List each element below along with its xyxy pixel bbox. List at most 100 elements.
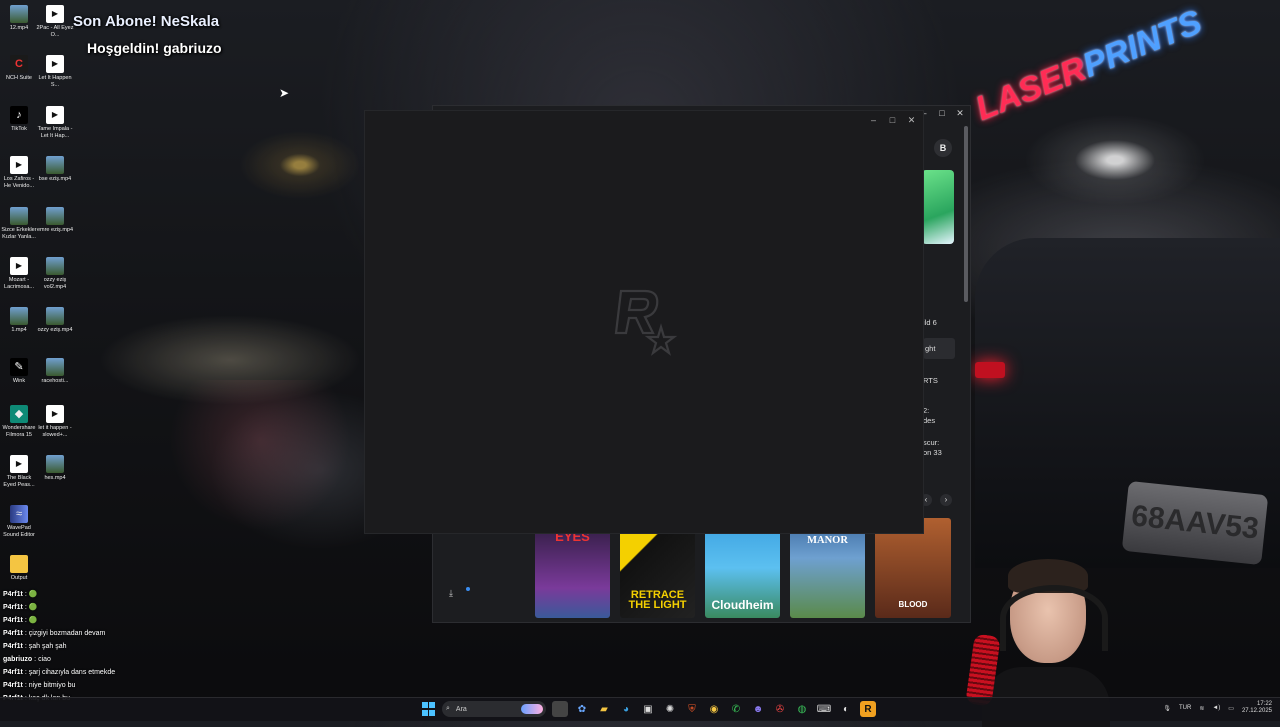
chatgpt-icon[interactable]: ✺ [662,701,678,717]
chat-message: gabriuzo: ciao [3,653,223,666]
chat-username: P4rf1t [3,591,23,598]
chrome-alt-icon[interactable]: ◍ [794,701,810,717]
terminal-icon[interactable]: ⌨ [816,701,832,717]
desktop-icon[interactable]: ✎ Wink [0,358,38,385]
volume-icon[interactable]: ◄) [1212,705,1220,711]
side-item[interactable]: on 33 [923,448,942,457]
whatsapp-icon[interactable]: ✆ [728,701,744,717]
side-item-highlighted[interactable]: ght [923,338,955,359]
copilot-icon[interactable]: ✿ [574,701,590,717]
laser-prints-sign: LASERPRINTS [970,3,1207,129]
close-icon[interactable]: ✕ [906,115,917,126]
taskbar: ⌕ Ara ✿ ▰ ◕ ▣ ✺ ⛨ ◉ ✆ ☻ ✇ ◍ ⌨ ◐ R 🎙 TUR … [0,697,1280,721]
launcher-scrollbar[interactable] [964,126,968,302]
desktop-icon-label: bse eziş.mp4 [38,176,72,182]
featured-banner[interactable] [922,170,954,244]
search-placeholder: Ara [455,705,467,713]
desktop-icon[interactable]: Output [0,555,38,582]
desktop-icon[interactable]: The Black Eyed Peas... [0,455,38,488]
clock[interactable]: 17:22 27.12.2025 [1242,701,1272,715]
desktop-icon[interactable]: 1.mp4 [0,307,38,334]
image-icon [46,257,64,275]
task-view-icon[interactable] [552,701,568,717]
desktop-icon[interactable]: ◆ Wondershare Filmora 15 [0,405,38,438]
car-taillight [975,362,1005,378]
video-icon [10,156,28,174]
discord-icon[interactable]: ☻ [750,701,766,717]
desktop-icon[interactable]: racehosti... [36,358,74,385]
image-icon [46,307,64,325]
rockstar-logo-icon [614,289,678,356]
desktop-icon[interactable]: Los Zafiros - He Venido... [0,156,38,189]
store-icon[interactable]: ▣ [640,701,656,717]
chat-text: niye bitmiyo bu [28,682,76,689]
chat-message: P4rf1t: 🟢 [3,588,223,601]
desktop-icon[interactable]: ozzy eziş vol2.mp4 [36,257,74,290]
download-icon[interactable]: ⤓ [449,588,453,599]
image-icon [46,207,64,225]
language-indicator[interactable]: TUR [1179,705,1191,711]
desktop-icon[interactable]: ♪ TikTok [0,106,38,133]
desktop-icon-label: Tame Impala - Let It Hap... [37,126,73,139]
chat-text: ciao [38,656,51,663]
side-item[interactable]: scur: [923,438,939,447]
chat-message: P4rf1t: şarj cihazıyla dans etmekde [3,666,223,679]
wifi-icon[interactable]: ≋ [1199,705,1204,712]
wink-icon: ✎ [10,358,28,376]
desktop-icon[interactable]: emre eziş.mp4 [36,207,74,234]
desktop-icon-label: TikTok [11,126,27,132]
steam-icon[interactable]: ◐ [838,701,854,717]
desktop-icon-label: racehosti... [41,378,69,384]
desktop-icon[interactable]: bse eziş.mp4 [36,156,74,183]
chat-username: P4rf1t [3,630,23,637]
maximize-icon[interactable]: □ [936,108,948,119]
rockstar-splash-window[interactable]: – □ ✕ [364,110,924,534]
desktop-icon[interactable]: Sizce Erkekler Kızlar Yanla... [0,207,38,240]
side-item[interactable]: des [923,416,935,425]
microphone-tray-icon[interactable]: 🎙 [1163,705,1171,712]
parked-car: 68AAV53 [975,238,1280,568]
battery-icon[interactable]: ▭ [1228,705,1234,712]
brave-icon[interactable]: ⛨ [684,701,700,717]
desktop-icon-label: ozzy eziş.mp4 [37,327,73,333]
desktop-icon[interactable]: Mozart - Lacrimosa... [0,257,38,290]
recorder-icon[interactable]: ✇ [772,701,788,717]
desktop-icon-label: 12.mp4 [9,25,29,31]
image-icon [46,156,64,174]
desktop-icon[interactable]: let it happen - slowed+... [36,405,74,438]
desktop-icon[interactable]: 12.mp4 [0,5,38,32]
side-item[interactable]: ild 6 [923,318,937,327]
file-explorer-icon[interactable]: ▰ [596,701,612,717]
desktop-icon-label: Wink [12,378,26,384]
desktop-icon[interactable]: Let It Happen S... [36,55,74,88]
game-title: BLOOD [898,600,928,609]
splash-window-controls: – □ ✕ [868,115,917,126]
desktop-icon-label: WavePad Sound Editor [3,525,35,538]
desktop-icon[interactable]: C NCH Suite [0,55,38,82]
desktop-icon[interactable]: Tame Impala - Let It Hap... [36,106,74,139]
carousel-next-icon[interactable]: › [940,494,952,506]
rockstar-launcher-icon[interactable]: R [860,701,876,717]
desktop-icon-label: ozzy eziş vol2.mp4 [43,277,67,290]
close-icon[interactable]: ✕ [954,108,966,119]
desktop-icon[interactable]: hes.mp4 [36,455,74,482]
stream-chat: P4rf1t: 🟢 P4rf1t: 🟢 P4rf1t: 🟢 P4rf1t: çizgi… [3,588,223,705]
desktop-icon[interactable]: ozzy eziş.mp4 [36,307,74,334]
start-button[interactable] [420,701,436,717]
user-avatar[interactable]: B [934,139,952,157]
minimize-icon[interactable]: – [868,115,879,126]
image-icon [46,455,64,473]
sign-laser-text: LASER [970,49,1092,129]
desktop-icon[interactable]: 2Pac - All Eyez O... [36,5,74,38]
chat-message: P4rf1t: 🟢 [3,614,223,627]
taskbar-search[interactable]: ⌕ Ara [442,701,546,717]
side-item[interactable]: RTS [923,376,938,385]
desktop-icon-label: let it happen - slowed+... [38,425,72,438]
game-title: Cloudheim [711,598,774,612]
maximize-icon[interactable]: □ [887,115,898,126]
edge-icon[interactable]: ◕ [618,701,634,717]
nch-icon: C [10,55,28,73]
desktop-icon[interactable]: ≈ WavePad Sound Editor [0,505,38,538]
license-plate: 68AAV53 [1121,480,1269,566]
chrome-icon[interactable]: ◉ [706,701,722,717]
